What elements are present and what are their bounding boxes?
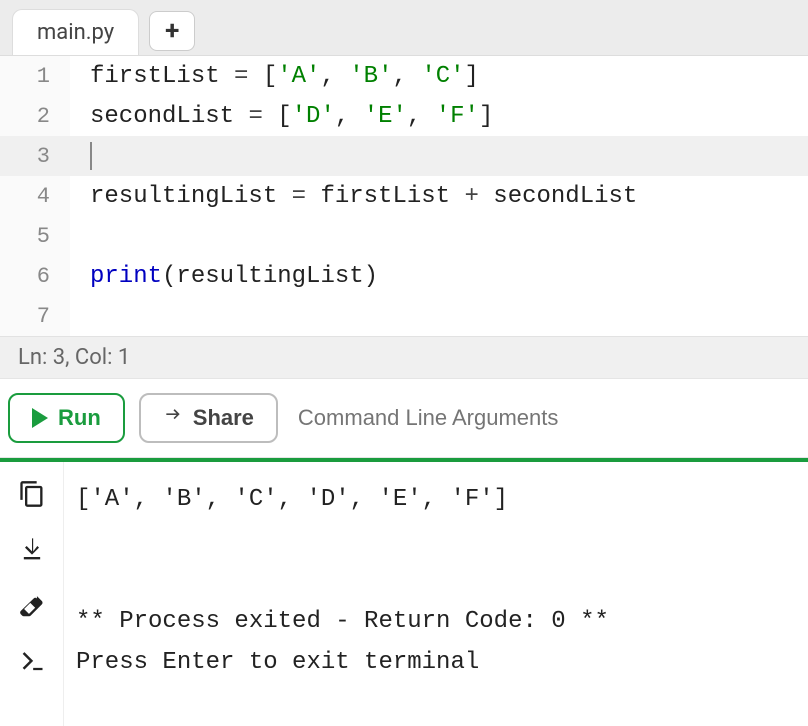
code-token: [ [248, 63, 277, 90]
code-token: = [248, 103, 262, 130]
code-content[interactable] [70, 136, 808, 176]
line-number: 2 [0, 96, 70, 136]
text-cursor [90, 142, 92, 170]
code-token: + [464, 183, 478, 210]
code-token: secondList [479, 183, 637, 210]
code-content[interactable]: print(resultingList) [70, 256, 808, 296]
share-icon [163, 405, 183, 431]
editor-line[interactable]: 1firstList = ['A', 'B', 'C'] [0, 56, 808, 96]
cli-arguments-input[interactable] [292, 395, 800, 441]
code-editor[interactable]: 1firstList = ['A', 'B', 'C']2secondList … [0, 56, 808, 336]
copy-icon[interactable] [18, 480, 46, 508]
code-content[interactable] [70, 216, 808, 256]
editor-line[interactable]: 2secondList = ['D', 'E', 'F'] [0, 96, 808, 136]
code-token: 'A' [277, 63, 320, 90]
code-token: = [292, 183, 306, 210]
run-button[interactable]: Run [8, 393, 125, 443]
code-content[interactable] [70, 296, 808, 336]
toolbar: Run Share [0, 378, 808, 458]
download-icon[interactable] [18, 536, 46, 564]
share-button-label: Share [193, 405, 254, 431]
code-token: , [407, 103, 436, 130]
code-content[interactable]: firstList = ['A', 'B', 'C'] [70, 56, 808, 96]
code-token: firstList [90, 63, 234, 90]
run-button-label: Run [58, 405, 101, 431]
code-token: = [234, 63, 248, 90]
code-token: , [320, 63, 349, 90]
editor-line[interactable]: 6print(resultingList) [0, 256, 808, 296]
play-icon [32, 408, 48, 428]
terminal-icon[interactable] [18, 648, 46, 676]
code-token: firstList [306, 183, 464, 210]
tabs-bar: main.py + [0, 0, 808, 56]
code-token: 'C' [421, 63, 464, 90]
line-number: 1 [0, 56, 70, 96]
editor-line[interactable]: 4resultingList = firstList + secondList [0, 176, 808, 216]
output-area: ['A', 'B', 'C', 'D', 'E', 'F'] ** Proces… [0, 458, 808, 726]
editor-status-bar: Ln: 3, Col: 1 [0, 336, 808, 378]
share-button[interactable]: Share [139, 393, 278, 443]
code-token: 'D' [292, 103, 335, 130]
code-token: [ [263, 103, 292, 130]
code-token: print [90, 263, 162, 290]
output-side-toolbar [0, 462, 64, 726]
code-token: 'B' [349, 63, 392, 90]
code-token: , [393, 63, 422, 90]
code-token: 'E' [364, 103, 407, 130]
tab-main-py[interactable]: main.py [12, 9, 139, 55]
line-number: 4 [0, 176, 70, 216]
code-token: ] [465, 63, 479, 90]
terminal-output[interactable]: ['A', 'B', 'C', 'D', 'E', 'F'] ** Proces… [64, 462, 808, 726]
editor-line[interactable]: 3 [0, 136, 808, 176]
code-token: , [335, 103, 364, 130]
line-number: 7 [0, 296, 70, 336]
editor-line[interactable]: 7 [0, 296, 808, 336]
code-token: ] [479, 103, 493, 130]
line-number: 6 [0, 256, 70, 296]
editor-line[interactable]: 5 [0, 216, 808, 256]
code-content[interactable]: resultingList = firstList + secondList [70, 176, 808, 216]
code-token: (resultingList) [162, 263, 378, 290]
code-token: resultingList [90, 183, 292, 210]
line-number: 3 [0, 136, 70, 176]
add-tab-button[interactable]: + [149, 11, 195, 51]
plus-icon: + [165, 16, 179, 46]
eraser-icon[interactable] [18, 592, 46, 620]
code-token: secondList [90, 103, 248, 130]
code-content[interactable]: secondList = ['D', 'E', 'F'] [70, 96, 808, 136]
line-number: 5 [0, 216, 70, 256]
code-token: 'F' [436, 103, 479, 130]
